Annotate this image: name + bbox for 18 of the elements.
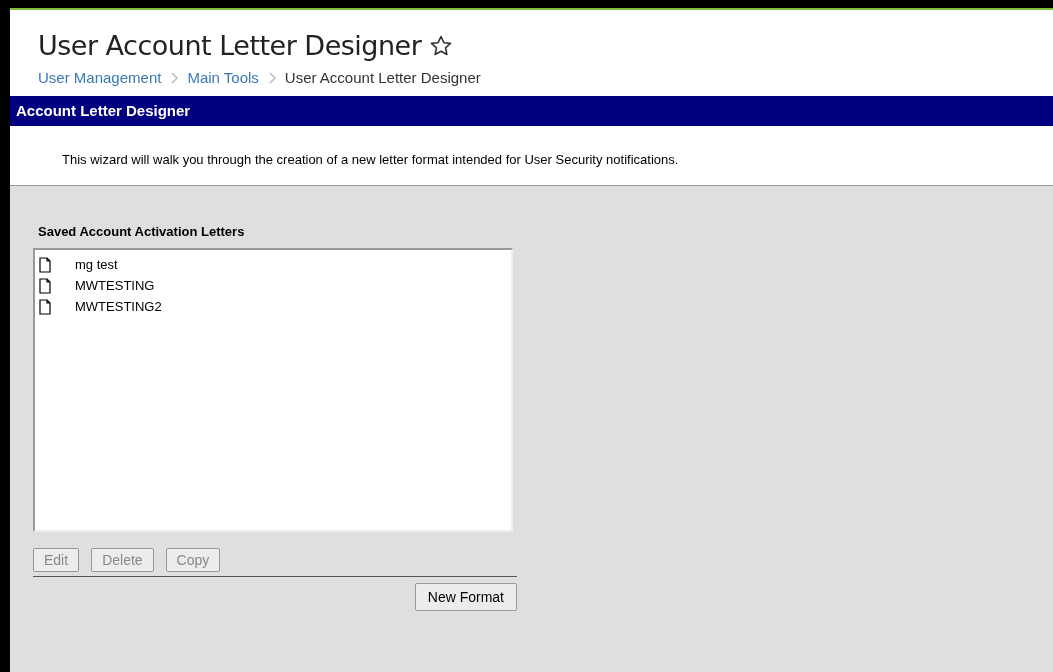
breadcrumb-current: User Account Letter Designer (284, 69, 481, 86)
page-title: User Account Letter Designer (38, 30, 422, 61)
document-icon (39, 256, 51, 273)
breadcrumb-link[interactable]: Main Tools (187, 69, 259, 86)
document-icon (39, 298, 51, 315)
letter-item[interactable]: MWTESTING (75, 278, 155, 293)
document-icon (39, 277, 51, 294)
new-format-button[interactable]: New Format (414, 583, 517, 611)
breadcrumb-link[interactable]: User Management (38, 69, 162, 86)
letter-item[interactable]: MWTESTING2 (75, 299, 162, 314)
chevron-icon (267, 71, 276, 84)
letter-list[interactable]: mg test MWTESTING MWTESTING2 (33, 248, 513, 532)
star-icon[interactable] (429, 33, 454, 58)
list-label: Saved Account Activation Letters (38, 224, 246, 239)
panel-header: Account Letter Designer (10, 96, 1053, 126)
letter-item[interactable]: mg test (75, 257, 118, 272)
chevron-icon (170, 71, 179, 84)
description-text: This wizard will walk you through the creation of a new letter format intended for User Security notifications. (62, 152, 680, 167)
